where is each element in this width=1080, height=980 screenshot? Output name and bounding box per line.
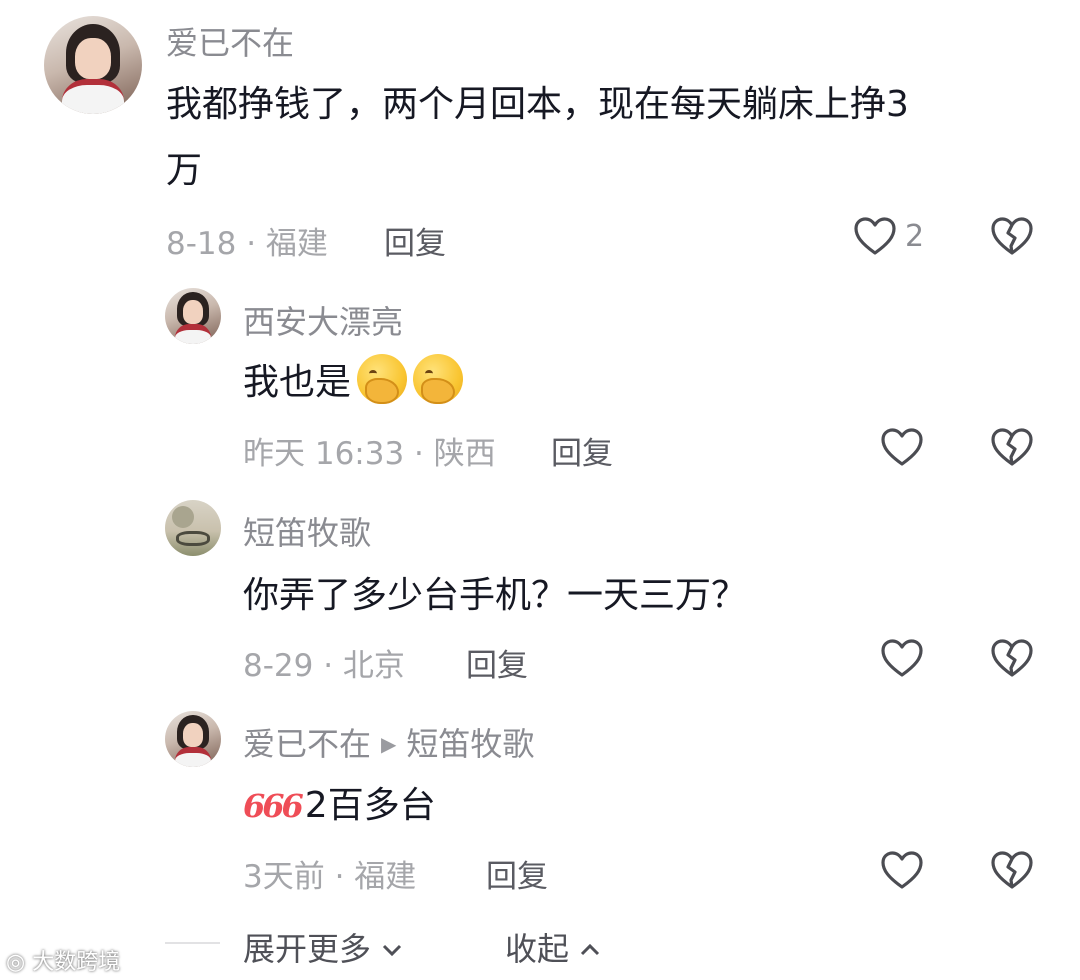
collapse-button[interactable]: 收起 (505, 924, 601, 970)
heart-icon (854, 217, 896, 255)
watermark-text: 大数跨境 (32, 950, 121, 975)
user-avatar[interactable] (165, 500, 221, 556)
reply-button[interactable]: 回复 (551, 428, 613, 473)
reply-meta: 3天前 · 福建 (243, 859, 417, 895)
hand-over-mouth-emoji (357, 354, 408, 404)
reply-arrow-icon: ▶ (381, 732, 397, 756)
dislike-button[interactable] (990, 850, 1034, 894)
comment-meta: 8-18 · 福建 (166, 226, 328, 262)
reply-button[interactable]: 回复 (486, 851, 548, 896)
666-emoji: 666 (243, 787, 304, 825)
reply-button[interactable]: 回复 (466, 640, 528, 685)
comment-username[interactable]: 爱已不在 (166, 18, 294, 64)
watermark-mark-icon: ◎ (6, 950, 26, 975)
reply-text: 你弄了多少台手机？一天三万？ (243, 575, 748, 616)
chevron-down-icon (383, 944, 402, 957)
reply-text: 666 2百多台 (243, 773, 436, 839)
comment-text-continued: 万 (166, 150, 203, 191)
dislike-button[interactable] (990, 638, 1034, 682)
broken-heart-icon (991, 639, 1033, 677)
dislike-button[interactable] (990, 427, 1034, 471)
user-avatar[interactable] (165, 288, 221, 344)
like-count: 2 (905, 218, 925, 254)
dislike-button[interactable] (990, 216, 1034, 260)
reply-target[interactable]: 短笛牧歌 (406, 725, 534, 763)
like-button[interactable] (880, 638, 924, 678)
heart-icon (881, 428, 923, 466)
expand-more-label: 展开更多 (243, 930, 372, 968)
like-button[interactable] (880, 850, 924, 890)
broken-heart-icon (991, 428, 1033, 466)
like-button[interactable]: 2 (853, 216, 924, 256)
chevron-up-icon (581, 943, 600, 956)
reply-author[interactable]: 爱已不在 (243, 725, 371, 763)
broken-heart-icon (991, 851, 1033, 889)
reply-meta: 昨天 16:33 · 陕西 (243, 436, 496, 472)
heart-icon (881, 639, 923, 677)
divider-line (165, 942, 220, 944)
comment-text: 我都挣钱了，两个月回本，现在每天躺床上挣3 (166, 84, 909, 125)
user-avatar[interactable] (44, 16, 142, 114)
reply-text: 我也是 (243, 350, 464, 416)
user-avatar[interactable] (165, 711, 221, 767)
expand-more-button[interactable]: 展开更多 (243, 924, 403, 970)
like-button[interactable] (880, 427, 924, 467)
hand-over-mouth-emoji (413, 354, 464, 404)
reply-meta: 8-29 · 北京 (243, 648, 405, 684)
collapse-label: 收起 (505, 930, 570, 968)
watermark-logo: ◎ 大数跨境 (6, 944, 120, 976)
reply-button[interactable]: 回复 (384, 218, 446, 263)
reply-username[interactable]: 西安大漂亮 (243, 297, 403, 343)
reply-text-content: 我也是 (243, 362, 352, 403)
reply-username: 爱已不在 ▶ 短笛牧歌 (243, 719, 534, 765)
reply-text-content: 2百多台 (304, 785, 436, 826)
heart-icon (881, 851, 923, 889)
broken-heart-icon (991, 217, 1033, 255)
reply-username[interactable]: 短笛牧歌 (243, 508, 371, 554)
